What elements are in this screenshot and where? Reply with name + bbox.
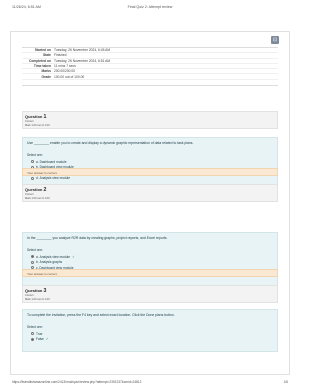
question-state: Correct (25, 119, 34, 123)
select-one-label: Select one: (27, 153, 43, 157)
question-info: Question 2 Correct Mark 1.00 out of 1.00 (22, 184, 278, 202)
radio-button-selected[interactable] (31, 337, 34, 341)
summary-value: 200.00/200.00 (54, 69, 76, 74)
select-one-label: Select one: (27, 325, 43, 329)
question-content: In the ________ you analyze R2R data by … (22, 232, 278, 288)
question-state: Correct (25, 293, 34, 297)
question-content: To complete the invitation, press the F4… (22, 309, 278, 352)
radio-button[interactable] (31, 160, 34, 164)
select-one-label: Select one: (27, 248, 43, 252)
radio-button[interactable] (31, 332, 34, 336)
print-page-number: 1/6 (283, 380, 288, 384)
summary-label: State (42, 53, 51, 58)
correct-check-icon: ✓ (72, 254, 76, 259)
question-mark: Mark 1.00 out of 1.00 (25, 124, 50, 128)
print-title: Final Quiz 2: Attempt review (127, 5, 173, 9)
summary-label: Marks (41, 69, 51, 74)
print-url: https://itsinstitutamazonline.com/2413/m… (12, 380, 142, 384)
question-mark: Mark 1.00 out of 1.00 (25, 197, 50, 201)
question-text: In the ________ you analyze R2R data by … (27, 236, 168, 240)
radio-button-selected[interactable] (31, 255, 34, 259)
summary-value: Finished (54, 53, 67, 58)
question-feedback: Your answer is correct. (22, 168, 278, 176)
attempt-summary-table: Started on Tuesday, 26 November 2024, 6:… (22, 47, 278, 86)
print-header: 11/26/24, 6:51 AM Final Quiz 2: Attempt … (0, 0, 300, 12)
question-state: Correct (25, 192, 34, 196)
summary-row-grade: Grade 100.00 out of 100.00 (22, 74, 278, 80)
question-info: Question 1 Correct Mark 1.00 out of 1.00 (22, 111, 278, 129)
summary-value: Tuesday, 26 November 2024, 6:45 AM (54, 48, 111, 53)
answer-options: True False ✓ (27, 331, 273, 342)
question-info: Question 3 Correct Mark 1.00 out of 1.00 (22, 285, 278, 303)
answer-option-false[interactable]: False ✓ (27, 337, 273, 343)
summary-value: Tuesday, 26 November 2024, 6:51 AM (54, 58, 111, 63)
question-text: Use ________ enable you to create and di… (27, 141, 194, 145)
radio-button[interactable] (31, 176, 34, 180)
summary-label: Time taken (33, 64, 51, 69)
question-mark: Mark 1.00 out of 1.00 (25, 298, 50, 302)
quiz-navigation-icon[interactable]: ⊡ (271, 36, 279, 44)
print-footer: https://itsinstitutamazonline.com/2413/m… (0, 378, 300, 388)
summary-label: Completed on (29, 58, 51, 63)
answer-option[interactable]: d. Analysis view module (27, 176, 273, 182)
summary-value: 11 mins 7 secs (54, 64, 76, 69)
summary-label: Grade (41, 74, 51, 79)
question-text: To complete the invitation, press the F4… (27, 313, 175, 317)
correct-check-icon: ✓ (45, 337, 49, 342)
summary-label: Started on (34, 48, 51, 53)
radio-button[interactable] (31, 260, 34, 264)
summary-value: 100.00 out of 100.00 (54, 74, 85, 79)
question-feedback: Your answer is correct. (22, 269, 278, 277)
